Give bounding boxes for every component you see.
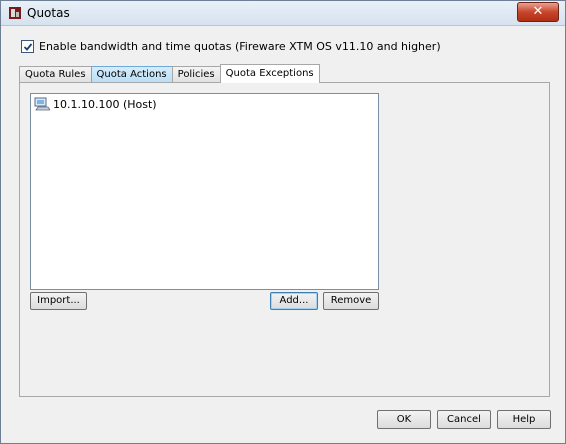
close-button[interactable]: ✕	[517, 2, 559, 22]
tab-policies[interactable]: Policies	[171, 66, 221, 82]
add-button[interactable]: Add...	[270, 292, 318, 310]
enable-quotas-checkbox[interactable]	[21, 40, 34, 53]
close-icon: ✕	[532, 4, 544, 19]
enable-quotas-row: Enable bandwidth and time quotas (Firewa…	[21, 40, 441, 53]
enable-quotas-label: Enable bandwidth and time quotas (Firewa…	[39, 40, 441, 53]
window-title: Quotas	[27, 6, 70, 20]
dialog-content: Enable bandwidth and time quotas (Firewa…	[9, 30, 557, 435]
checkmark-icon	[23, 42, 32, 51]
help-button[interactable]: Help	[497, 410, 551, 429]
tab-bar: Quota Rules Quota Actions Policies Quota…	[19, 64, 320, 83]
list-item-label: 10.1.10.100 (Host)	[53, 97, 157, 111]
cancel-button[interactable]: Cancel	[437, 410, 491, 429]
remove-button[interactable]: Remove	[323, 292, 379, 310]
quotas-dialog: Quotas ✕ Enable bandwidth and time quota…	[0, 0, 566, 444]
import-button[interactable]: Import...	[30, 292, 87, 310]
quota-exceptions-panel: 10.1.10.100 (Host) Import... Add... Remo…	[19, 82, 550, 397]
ok-button[interactable]: OK	[377, 410, 431, 429]
title-bar[interactable]: Quotas ✕	[1, 1, 565, 26]
host-icon	[34, 97, 50, 111]
tab-quota-actions[interactable]: Quota Actions	[90, 66, 173, 82]
list-item[interactable]: 10.1.10.100 (Host)	[34, 96, 157, 112]
exceptions-list[interactable]: 10.1.10.100 (Host)	[30, 93, 379, 290]
tab-quota-rules[interactable]: Quota Rules	[19, 66, 92, 82]
app-icon	[9, 7, 21, 19]
tab-quota-exceptions[interactable]: Quota Exceptions	[219, 64, 320, 83]
